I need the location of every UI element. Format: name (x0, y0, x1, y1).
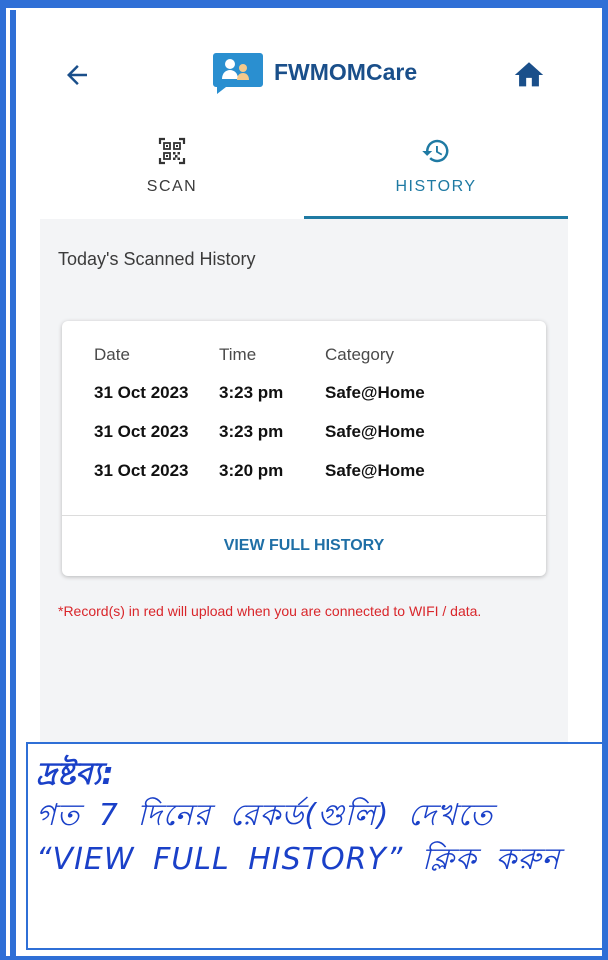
app-title: FWMOMCare (274, 59, 418, 85)
row-3-category: Safe@Home (325, 461, 425, 480)
qr-code-icon (158, 137, 186, 165)
mother-child-logo (212, 51, 264, 95)
history-panel: Today's Scanned History Date Time Catego… (40, 219, 568, 775)
column-header-date: Date (94, 345, 130, 364)
row-2-time: 3:23 pm (219, 422, 284, 441)
upload-notice: *Record(s) in red will upload when you a… (58, 603, 482, 619)
history-card: Date Time Category 31 Oct 2023 3:23 pm S… (62, 321, 546, 576)
note-box: দ্রষ্টব্য: গত 7 দিনের রেকর্ড(গুলি) দেখতে… (26, 742, 604, 950)
row-2-date: 31 Oct 2023 (94, 422, 189, 441)
row-1-date: 31 Oct 2023 (94, 383, 189, 402)
home-icon (514, 62, 544, 87)
tab-history-label: HISTORY (395, 178, 477, 195)
home-button[interactable] (512, 58, 546, 92)
tab-scan[interactable]: SCAN (40, 130, 304, 220)
arrow-left-icon (67, 65, 87, 85)
frame-top-border (0, 0, 608, 8)
tab-scan-label: SCAN (146, 178, 198, 195)
back-button[interactable] (62, 60, 92, 90)
history-icon (422, 139, 449, 163)
column-header-category: Category (325, 345, 394, 364)
tab-history[interactable]: HISTORY (304, 130, 568, 220)
frame-left-inner-border (10, 10, 16, 960)
row-1-category: Safe@Home (325, 383, 425, 402)
section-title: Today's Scanned History (58, 249, 256, 269)
row-3-time: 3:20 pm (219, 461, 284, 480)
column-header-time: Time (219, 345, 257, 364)
row-1-time: 3:23 pm (219, 383, 284, 402)
note-body: গত 7 দিনের রেকর্ড(গুলি) দেখতে “VIEW FULL… (36, 798, 561, 877)
frame-left-border (0, 0, 6, 960)
frame-bottom-border (0, 956, 608, 960)
view-full-history-button[interactable]: VIEW FULL HISTORY (62, 516, 546, 576)
row-2-category: Safe@Home (325, 422, 425, 441)
row-3-date: 31 Oct 2023 (94, 461, 189, 480)
app-screen: FWMOMCare SCAN HISTORY Today's Scanned H… (40, 30, 568, 775)
